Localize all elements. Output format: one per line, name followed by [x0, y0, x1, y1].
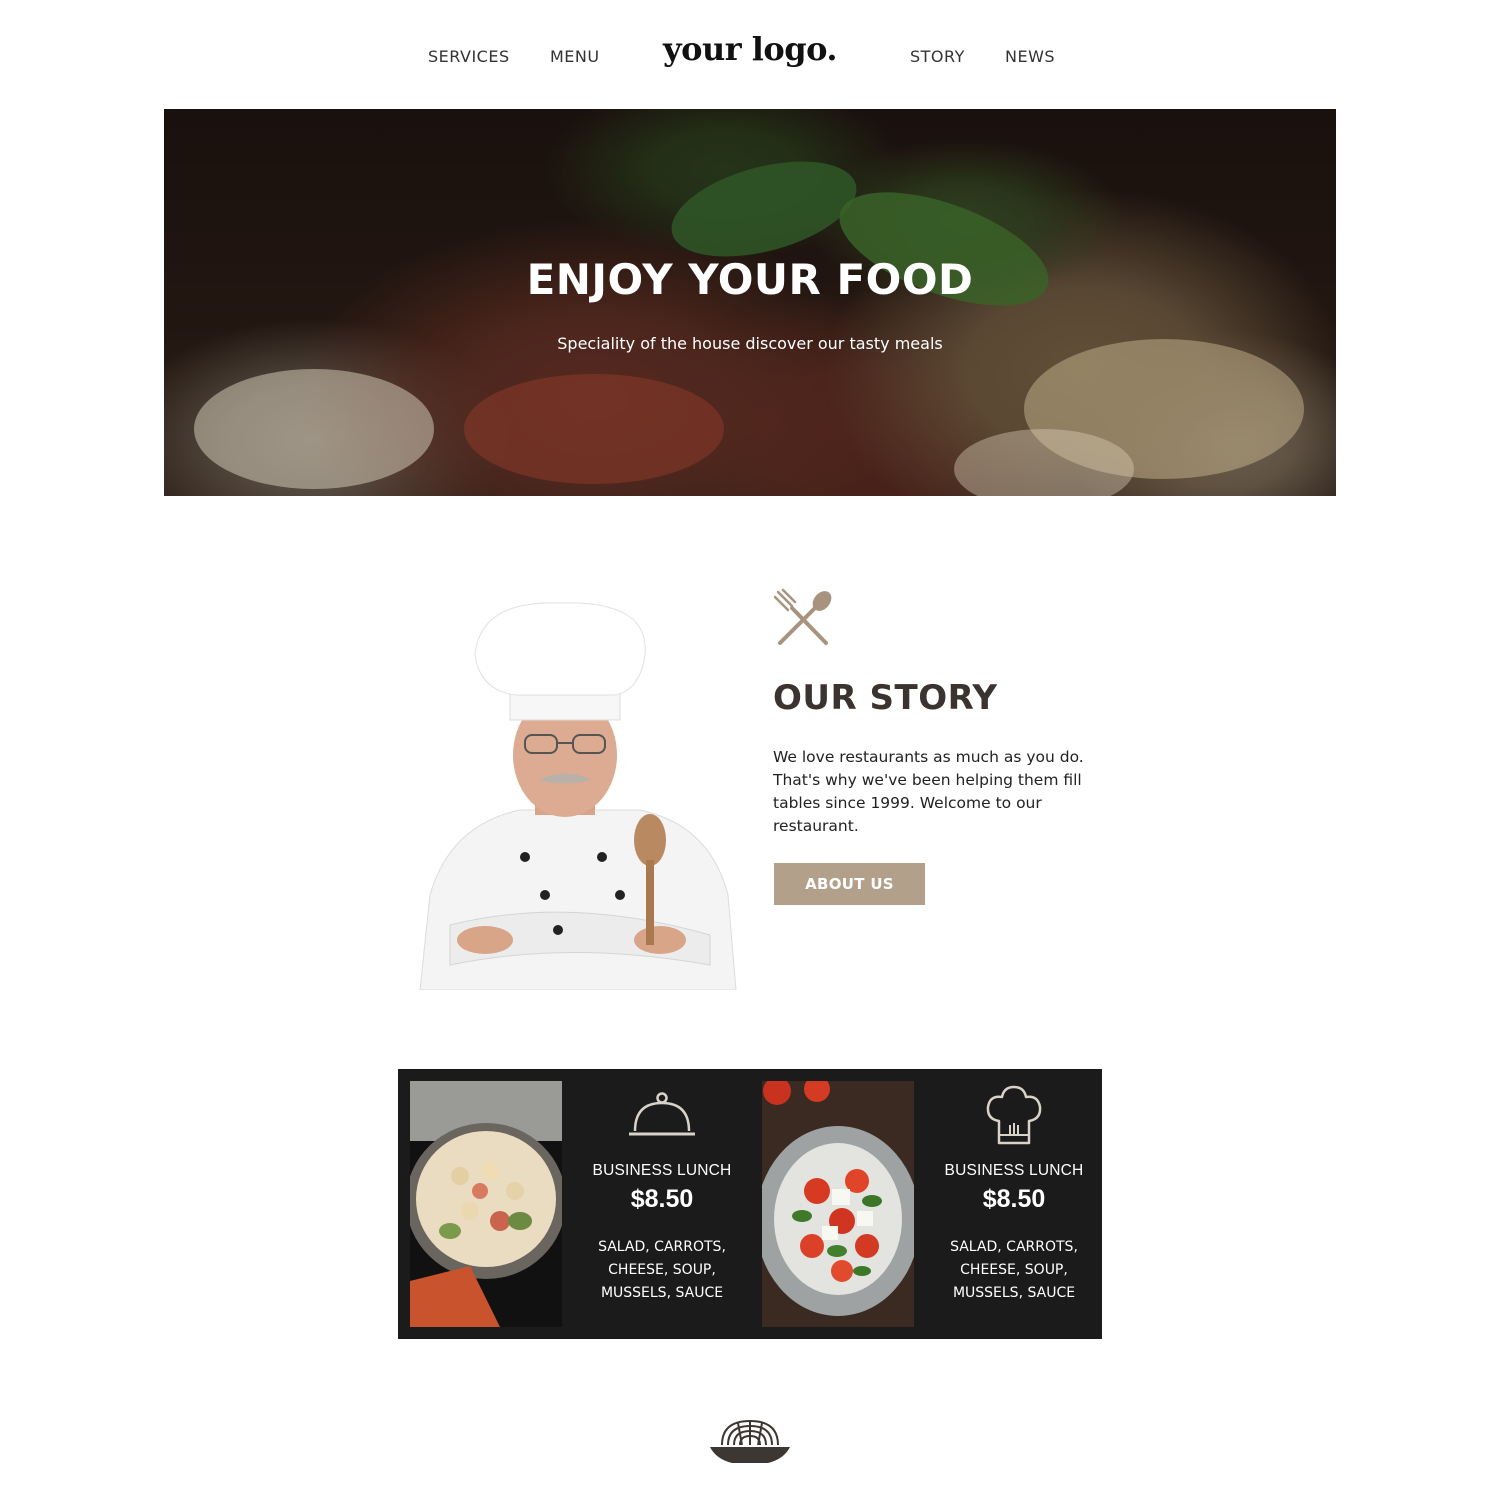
chef-photo [419, 602, 737, 990]
about-us-button[interactable]: ABOUT US [774, 863, 925, 905]
story-text: We love restaurants as much as you do. T… [773, 748, 1084, 835]
fork-spoon-icon [773, 588, 832, 645]
site-logo[interactable]: your logo. [650, 30, 850, 68]
story-title: OUR STORY [773, 678, 998, 718]
menu-card-description: SALAD, CARROTS, CHEESE, SOUP, MUSSELS, S… [598, 1239, 726, 1301]
pasta-dish-image[interactable] [410, 1081, 562, 1327]
menu-card-info: BUSINESS LUNCH $8.50 SALAD, CARROTS, CHE… [574, 1069, 750, 1339]
menu-card-title: BUSINESS LUNCH [592, 1162, 732, 1179]
menu-card-title: BUSINESS LUNCH [944, 1162, 1084, 1179]
caprese-salad-image[interactable] [762, 1081, 914, 1327]
menu-cards-panel: BUSINESS LUNCH $8.50 SALAD, CARROTS, CHE… [398, 1069, 1102, 1339]
menu-card-price: $8.50 [982, 1185, 1046, 1213]
nav-link-story[interactable]: STORY [910, 47, 965, 66]
nav-link-news[interactable]: NEWS [1005, 47, 1055, 66]
chef-hat-icon [986, 1085, 1042, 1145]
top-nav: SERVICES MENU your logo. STORY NEWS [0, 0, 1500, 110]
hero-banner: ENJOY YOUR FOOD Speciality of the house … [164, 109, 1336, 496]
menu-card-price: $8.50 [630, 1185, 694, 1213]
noodle-bowl-icon [710, 1419, 790, 1463]
cloche-icon [629, 1092, 695, 1136]
menu-card-description: SALAD, CARROTS, CHEESE, SOUP, MUSSELS, S… [950, 1239, 1078, 1301]
nav-link-services[interactable]: SERVICES [428, 47, 510, 66]
menu-card-info: BUSINESS LUNCH $8.50 SALAD, CARROTS, CHE… [926, 1069, 1102, 1339]
hero-title: ENJOY YOUR FOOD [526, 255, 974, 304]
hero-subtitle: Speciality of the house discover our tas… [557, 334, 943, 353]
nav-link-menu[interactable]: MENU [550, 47, 600, 66]
